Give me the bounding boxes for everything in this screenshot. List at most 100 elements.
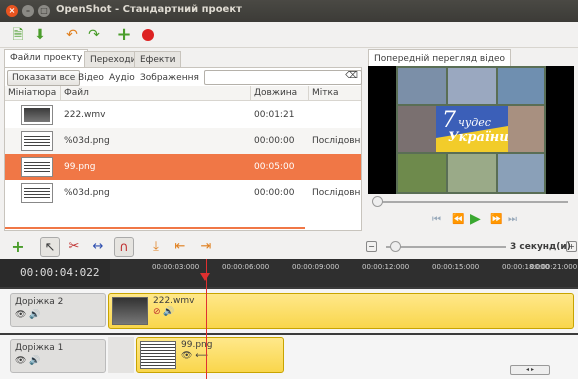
main-toolbar: 🗎 ⬇ ↶ ↷ + <box>0 22 578 48</box>
tab-effects[interactable]: Ефекти <box>134 51 182 67</box>
tab-project-files[interactable]: Файли проекту <box>4 49 89 67</box>
project-files-panel: Показати все Відео Аудіо Зображення ⌫ Мі… <box>4 67 362 231</box>
add-track-icon[interactable]: + <box>8 237 28 257</box>
file-table-header: Мініатюра Файл Довжина Мітка <box>5 86 361 101</box>
show-all-button[interactable]: Показати все <box>7 70 81 86</box>
rewind-start-icon[interactable]: ⏮ <box>432 214 441 225</box>
window-title: OpenShot - Стандартний проект <box>56 4 242 15</box>
timeline-toolbar: + ↖ ✂ ↔ ∩ ⤓ ⇤ ⇥ − 3 секунд(и) + <box>0 235 578 259</box>
timecode-display: 00:00:04:022 <box>0 259 110 287</box>
timeline-ruler[interactable]: 00:00:03:000 00:00:06:000 00:00:09:000 0… <box>110 259 578 287</box>
table-row[interactable]: 222.wmv 00:01:21 <box>5 102 361 128</box>
select-tool-icon[interactable]: ↖ <box>40 237 60 257</box>
ruler-tick-label: 00:00:06:000 <box>222 263 270 271</box>
column-thumbnail[interactable]: Мініатюра <box>5 86 61 101</box>
ruler-tick-label: 00:00:12:000 <box>362 263 410 271</box>
video-preview: 7 чудес України <box>368 66 574 194</box>
rewind-icon[interactable]: ⏪ <box>452 214 464 225</box>
filter-audio[interactable]: Аудіо <box>109 70 135 86</box>
zoom-label: 3 секунд(и) <box>510 242 571 252</box>
ruler-tick-label: 00:00:15:000 <box>432 263 480 271</box>
title-bar: × – □ OpenShot - Стандартний проект <box>0 0 578 22</box>
file-thumbnail <box>21 157 53 177</box>
file-name: 222.wmv <box>64 110 106 120</box>
add-marker-icon[interactable]: ⤓ <box>146 237 166 257</box>
filter-bar: Показати все Відео Аудіо Зображення ⌫ <box>7 70 363 86</box>
track-header[interactable]: Доріжка 2 👁 🔊 <box>10 293 106 327</box>
ruler-tick-label: 00:00:09:000 <box>292 263 340 271</box>
playhead-line[interactable] <box>206 259 207 379</box>
clip-icons: 👁 ⟵ <box>181 351 209 361</box>
next-marker-icon[interactable]: ⇥ <box>196 237 216 257</box>
move-tool-icon[interactable]: ↔ <box>88 237 108 257</box>
clip-thumbnail <box>140 341 176 369</box>
ruler-tick-label: 00:00:03:000 <box>152 263 200 271</box>
filter-video[interactable]: Відео <box>78 70 104 86</box>
track-2: Доріжка 2 👁 🔊 222.wmv ⊘ 🔊 <box>0 289 578 333</box>
preview-progress-track[interactable] <box>374 201 568 203</box>
track-1: Доріжка 1 👁 🔊 99.png 👁 ⟵ ◂ ▸ <box>0 335 578 379</box>
horizontal-scrollbar[interactable]: ◂ ▸ <box>510 365 550 375</box>
project-tabs: Файли проекту Переходи Ефекти <box>0 49 365 67</box>
playback-controls: ⏮ ⏪ ▶ ⏩ ⏭ <box>368 194 574 234</box>
filter-images[interactable]: Зображення <box>140 70 199 86</box>
record-icon[interactable] <box>138 25 158 45</box>
forward-end-icon[interactable]: ⏭ <box>508 214 517 225</box>
forward-icon[interactable]: ⏩ <box>490 214 502 225</box>
undo-icon[interactable]: ↶ <box>62 25 82 45</box>
timeline-clip[interactable]: 99.png 👁 ⟵ <box>136 337 284 373</box>
track-visibility-icon[interactable]: 👁 🔊 <box>15 356 101 366</box>
file-name: 99.png <box>64 162 96 172</box>
clip-name: 99.png <box>181 340 213 350</box>
file-label: Послідовн <box>312 136 361 146</box>
clip-icons: ⊘ 🔊 <box>153 307 175 317</box>
search-clear-icon[interactable]: ⌫ <box>345 71 358 81</box>
track-header[interactable]: Доріжка 1 👁 🔊 <box>10 339 106 373</box>
save-icon[interactable]: ⬇ <box>30 25 50 45</box>
table-row[interactable]: 99.png 00:05:00 <box>5 154 361 180</box>
logo-line1: чудес <box>458 116 491 129</box>
file-length: 00:05:00 <box>254 162 295 172</box>
track-name: Доріжка 1 <box>15 343 64 353</box>
zoom-slider-handle[interactable] <box>389 241 401 252</box>
clip-name: 222.wmv <box>153 296 195 306</box>
preview-tabbar: Попередній перегляд відео <box>368 49 574 67</box>
file-thumbnail <box>21 131 53 151</box>
preview-progress-handle[interactable] <box>372 196 383 207</box>
zoom-slider-track[interactable] <box>386 246 506 248</box>
panel-scroll-indicator[interactable] <box>5 227 305 229</box>
file-label: Послідовн <box>312 188 361 198</box>
redo-icon[interactable]: ↷ <box>84 25 104 45</box>
file-length: 00:00:00 <box>254 188 295 198</box>
ruler-tick-label: 00:00:21:000 <box>530 263 578 271</box>
track-visibility-icon[interactable]: 👁 🔊 <box>15 310 101 320</box>
file-length: 00:00:00 <box>254 136 295 146</box>
column-file[interactable]: Файл <box>61 86 251 101</box>
file-thumbnail <box>21 105 53 125</box>
zoom-in-button[interactable]: + <box>566 241 577 252</box>
zoom-out-button[interactable]: − <box>366 241 377 252</box>
razor-tool-icon[interactable]: ✂ <box>64 237 84 257</box>
track-name: Доріжка 2 <box>15 297 64 307</box>
table-row[interactable]: %03d.png 00:00:00 Послідовн <box>5 128 361 154</box>
tab-video-preview[interactable]: Попередній перегляд відео <box>368 49 511 67</box>
table-row[interactable]: %03d.png 00:00:00 Послідовн <box>5 180 361 206</box>
file-length: 00:01:21 <box>254 110 295 120</box>
previous-marker-icon[interactable]: ⇤ <box>170 237 190 257</box>
minimize-window-button[interactable]: – <box>22 5 34 17</box>
new-project-icon[interactable]: 🗎 <box>8 25 28 45</box>
column-label[interactable]: Мітка <box>309 86 361 101</box>
file-label <box>309 102 312 128</box>
add-icon[interactable]: + <box>114 25 134 45</box>
column-length[interactable]: Довжина <box>251 86 309 101</box>
timeline-clip[interactable]: 222.wmv ⊘ 🔊 <box>108 293 574 329</box>
close-window-button[interactable]: × <box>6 5 18 17</box>
clip-thumbnail <box>112 297 148 325</box>
timeline: 00:00:04:022 00:00:03:000 00:00:06:000 0… <box>0 259 578 379</box>
play-icon[interactable]: ▶ <box>470 211 481 227</box>
playhead-marker-icon[interactable] <box>200 273 210 281</box>
search-input[interactable]: ⌫ <box>204 70 362 85</box>
maximize-window-button[interactable]: □ <box>38 5 50 17</box>
snap-tool-icon[interactable]: ∩ <box>114 237 134 257</box>
file-label <box>309 154 312 180</box>
